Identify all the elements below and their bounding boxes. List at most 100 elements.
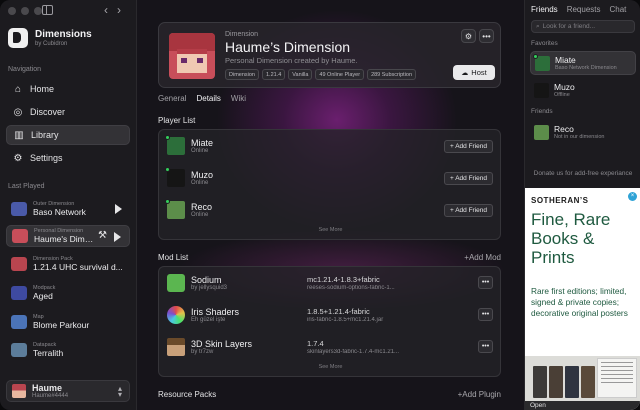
friend-item[interactable]: Reco Not in our dimension	[530, 120, 636, 144]
last-played-label: Last Played	[8, 183, 45, 190]
tag-chip: Dimension	[225, 69, 259, 80]
recent-item[interactable]: Datapack Terralith	[6, 339, 130, 361]
online-indicator	[533, 53, 538, 59]
detail-tabs: General Details Wiki	[158, 94, 246, 103]
nav-item-home[interactable]: ⌂ Home	[6, 79, 130, 99]
friend-item[interactable]: Muzo Offline	[530, 78, 636, 102]
window-controls	[8, 7, 42, 15]
app-title: Dimensions	[35, 29, 92, 40]
add-plugin-button[interactable]: +Add Plugin	[458, 390, 501, 399]
mod-file: skinlayers3d-fabric-1.7.4-mc1.21...	[307, 349, 400, 355]
nav-item-library[interactable]: ▥ Library	[6, 125, 130, 145]
recent-item[interactable]: Map Blome Parkour	[6, 311, 130, 333]
nav-item-settings[interactable]: ⚙ Settings	[6, 148, 130, 168]
player-row: Muzo Online + Add Friend	[159, 162, 502, 194]
recent-item[interactable]: Personal Dimension Haume's Dimension ⚒	[6, 225, 130, 247]
tab-wiki[interactable]: Wiki	[231, 94, 246, 103]
avatar	[534, 82, 549, 98]
nav-item-label: Library	[31, 130, 59, 140]
forward-button[interactable]: ›	[117, 3, 121, 17]
play-icon[interactable]	[114, 232, 121, 242]
mod-more-button[interactable]: •••	[478, 308, 493, 321]
dimension-tags: Dimension 1.21.4 Vanilla 49 Online Playe…	[225, 69, 417, 80]
recent-item[interactable]: Outer Dimension Baso Network	[6, 198, 130, 220]
app-header: Dimensions by Cubidron	[8, 28, 92, 48]
house-icon: ⌂	[14, 83, 22, 95]
favorites-label: Favorites	[531, 40, 558, 47]
skin-layers-icon	[167, 338, 185, 356]
friend-search-input[interactable]	[542, 23, 631, 30]
friend-status: Baso Network Dimension	[555, 65, 617, 71]
back-button[interactable]: ‹	[104, 3, 108, 17]
tab-chat[interactable]: Chat	[609, 5, 626, 14]
mod-list-title: Mod List	[158, 253, 189, 262]
mod-more-button[interactable]: •••	[478, 276, 493, 289]
see-more-link[interactable]: See More	[159, 227, 502, 233]
add-friend-button[interactable]: + Add Friend	[443, 172, 493, 185]
recent-item[interactable]: Dimension Pack 1.21.4 UHC survival d...	[6, 253, 130, 275]
page-title: Haume’s Dimension	[225, 39, 351, 55]
add-friend-button[interactable]: + Add Friend	[443, 204, 493, 217]
host-button[interactable]: ☁ Host	[453, 65, 495, 80]
mod-name: Sodium	[191, 275, 222, 285]
close-window-button[interactable]	[8, 7, 16, 15]
recent-name: Terralith	[33, 348, 64, 358]
tab-friends[interactable]: Friends	[531, 5, 558, 14]
nav-item-discover[interactable]: ◎ Discover	[6, 102, 130, 122]
player-skin	[167, 169, 185, 187]
tools-icon[interactable]: ⚒	[98, 230, 107, 241]
iris-icon	[167, 306, 185, 324]
ad-open-link[interactable]: Open	[525, 401, 640, 410]
friend-status: Offline	[554, 92, 570, 98]
sodium-icon	[167, 274, 185, 292]
see-more-link[interactable]: See More	[159, 364, 502, 370]
recent-name: Blome Parkour	[33, 320, 90, 330]
dimension-thumbnail	[11, 202, 27, 216]
account-switcher[interactable]: Haume Haume#4444 ▴ ▾	[6, 380, 130, 402]
mod-author: by tr7zw	[191, 349, 214, 355]
sidebar-toggle-icon[interactable]	[42, 5, 53, 15]
play-icon[interactable]	[115, 204, 122, 214]
mod-author: by jellysquid3	[191, 285, 228, 291]
tag-chip: Vanilla	[288, 69, 313, 80]
zoom-window-button[interactable]	[34, 7, 42, 15]
tag-chip: 289 Subscription	[367, 69, 417, 80]
map-thumbnail	[11, 315, 27, 329]
recent-item[interactable]: Modpack Aged	[6, 282, 130, 304]
tab-details[interactable]: Details	[196, 94, 220, 103]
minimize-window-button[interactable]	[21, 7, 29, 15]
add-friend-button[interactable]: + Add Friend	[443, 140, 493, 153]
tab-requests[interactable]: Requests	[567, 5, 601, 14]
recent-name: Haume's Dimension	[34, 234, 96, 244]
dimension-settings-button[interactable]: ⚙	[461, 29, 476, 43]
search-icon: ⌕	[536, 22, 540, 30]
datapack-thumbnail	[11, 343, 27, 357]
modpack-thumbnail	[11, 286, 27, 300]
main-content: Dimension Haume’s Dimension Personal Dim…	[137, 0, 524, 410]
donate-link[interactable]: Donate us for add-free experiance	[531, 170, 635, 178]
cloud-icon: ☁	[461, 69, 469, 77]
player-row: Miate Online + Add Friend	[159, 130, 502, 162]
gear-icon: ⚙	[464, 31, 473, 41]
mod-more-button[interactable]: •••	[478, 340, 493, 353]
dimension-more-button[interactable]: •••	[479, 29, 494, 43]
friend-status: Not in our dimension	[554, 134, 605, 140]
mod-author: Eh güzel işte	[191, 317, 226, 323]
tab-general[interactable]: General	[158, 94, 186, 103]
friend-name: Reco	[554, 124, 574, 134]
player-row: Reco Online + Add Friend	[159, 194, 502, 226]
friend-name: Miate	[555, 55, 576, 65]
dimension-thumbnail	[12, 229, 28, 243]
friends-tabs: Friends Requests Chat	[531, 5, 626, 14]
dimension-header-card: Dimension Haume’s Dimension Personal Dim…	[158, 22, 501, 88]
advertisement[interactable]: SOTHERAN’S × Fine, Rare Books & Prints R…	[525, 188, 640, 410]
tag-chip: 1.21.4	[261, 69, 286, 80]
ad-headline: Fine, Rare Books & Prints	[531, 210, 611, 267]
ad-books-image	[525, 356, 640, 402]
friend-name: Muzo	[554, 82, 575, 92]
player-name: Miate	[191, 138, 214, 148]
close-icon[interactable]: ×	[628, 192, 637, 201]
add-mod-button[interactable]: +Add Mod	[464, 253, 501, 262]
online-indicator	[165, 135, 170, 140]
friend-item[interactable]: Miate Baso Network Dimension	[530, 51, 636, 75]
